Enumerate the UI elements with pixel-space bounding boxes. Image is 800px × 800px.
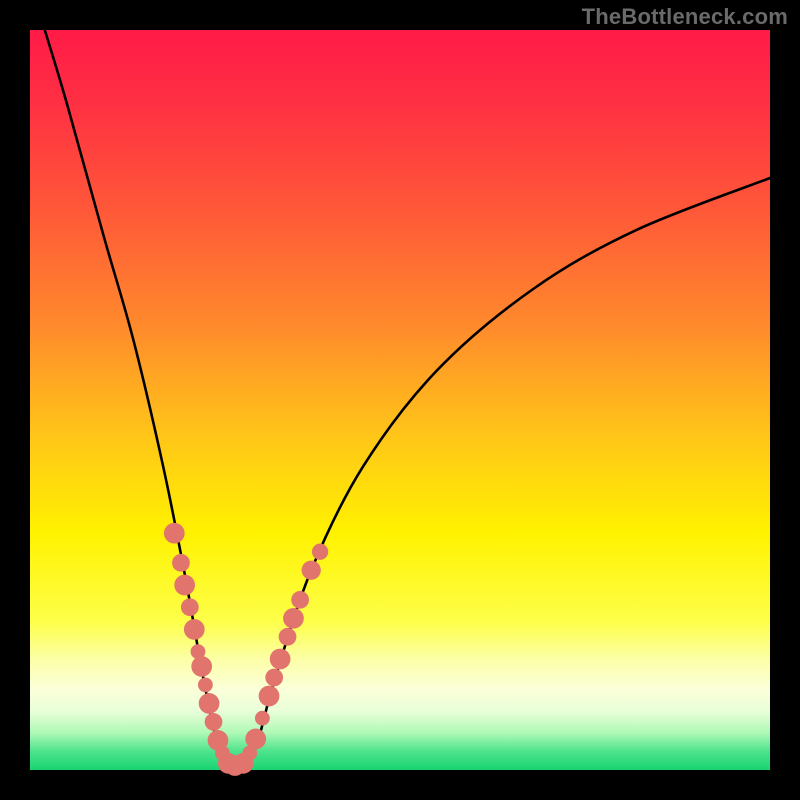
bottleneck-curve — [45, 30, 770, 770]
curve-marker — [172, 554, 190, 572]
curve-marker — [191, 656, 212, 677]
watermark-text: TheBottleneck.com — [582, 4, 788, 30]
curve-marker — [205, 713, 223, 731]
curve-marker — [302, 561, 321, 580]
curve-marker — [255, 711, 270, 726]
curve-markers — [164, 523, 328, 776]
curve-marker-pill — [224, 760, 251, 772]
curve-marker — [199, 693, 220, 714]
curve-marker — [184, 619, 205, 640]
curve-marker — [279, 628, 297, 646]
chart-frame: TheBottleneck.com — [0, 0, 800, 800]
curve-marker — [291, 591, 309, 609]
curve-marker — [245, 729, 266, 750]
plot-area — [30, 30, 770, 770]
curve-marker — [270, 649, 291, 670]
curve-marker — [265, 669, 283, 687]
curve-marker — [259, 686, 280, 707]
curve-marker — [312, 544, 328, 560]
curve-marker — [174, 575, 195, 596]
curve-layer — [30, 30, 770, 770]
curve-marker — [181, 598, 199, 616]
curve-marker — [198, 678, 213, 693]
curve-marker — [283, 608, 304, 629]
curve-marker — [164, 523, 185, 544]
